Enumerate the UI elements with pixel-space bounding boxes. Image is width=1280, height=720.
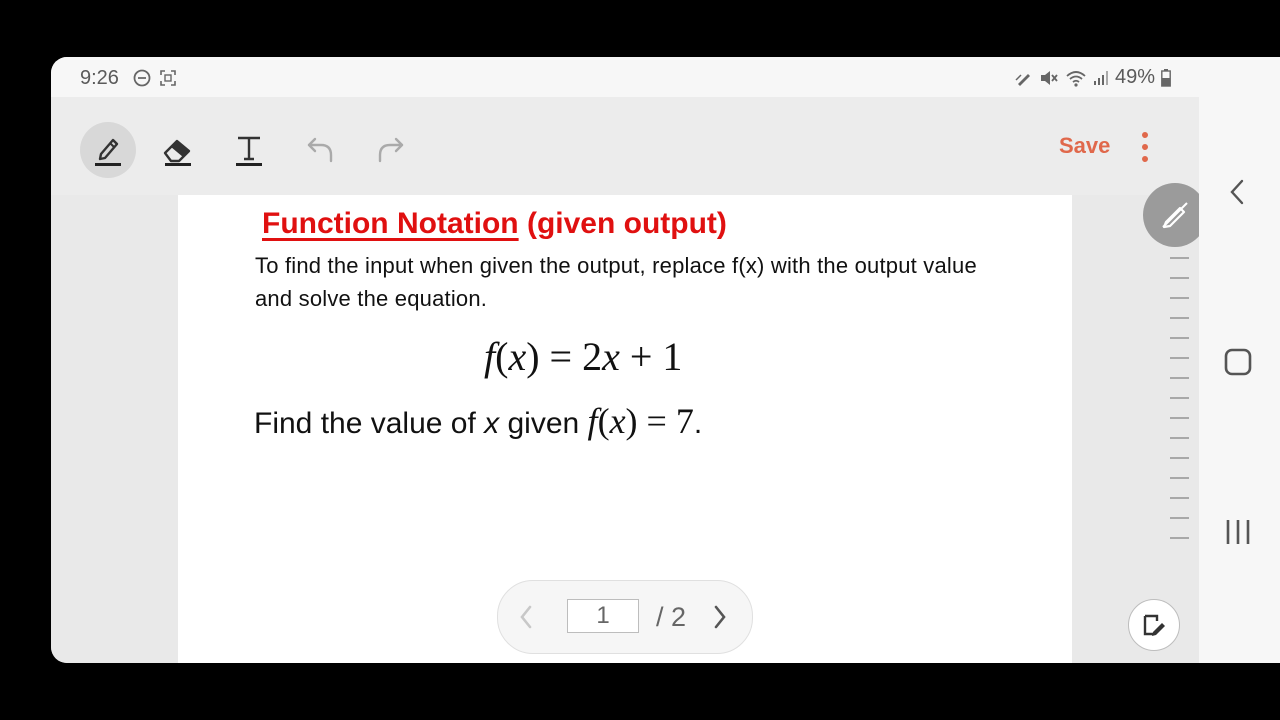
- annotation-toolbar: [51, 97, 1199, 195]
- eq2-lp: (: [597, 401, 610, 441]
- do-not-disturb-icon: [133, 69, 151, 87]
- edit-note-icon: [1143, 614, 1165, 636]
- recent-apps-icon[interactable]: [1223, 517, 1253, 547]
- home-icon[interactable]: [1223, 347, 1253, 377]
- find-var: x: [484, 407, 500, 440]
- title-rest: (given output): [518, 207, 727, 240]
- page-navigator: / 2: [497, 580, 753, 654]
- redo-icon: [378, 137, 404, 163]
- stylus-icon: [1015, 73, 1030, 86]
- find-text: Find the value of: [254, 407, 485, 440]
- floating-pen-button[interactable]: [1143, 183, 1199, 247]
- chevron-left-icon[interactable]: [516, 603, 536, 631]
- redo-button[interactable]: [363, 122, 419, 178]
- eraser-icon: [163, 139, 191, 166]
- eq2-x: x: [609, 401, 626, 441]
- eq2-rp: ): [625, 401, 638, 441]
- find-end: .: [693, 407, 703, 440]
- save-button[interactable]: Save: [1059, 133, 1110, 159]
- eq1-f: f: [484, 334, 496, 379]
- eq1-x: x: [508, 334, 527, 379]
- back-icon[interactable]: [1223, 177, 1253, 207]
- function-equation: f(x) = 2x + 1: [484, 333, 682, 380]
- question-text: Find the value of x given f(x) = 7.: [254, 400, 702, 442]
- instruction-text: To find the input when given the output,…: [255, 253, 977, 311]
- signal-icon: [1093, 70, 1108, 85]
- status-time: 9:26: [80, 67, 119, 89]
- chevron-right-icon[interactable]: [710, 603, 730, 631]
- status-left-icons: [133, 69, 177, 87]
- mute-icon: [1040, 70, 1058, 85]
- pen-slash-icon: [1162, 202, 1188, 229]
- screenshot-icon: [160, 70, 176, 86]
- text-icon: [236, 136, 262, 166]
- eq1-lp: (: [495, 334, 509, 379]
- title-underlined: Function Notation: [262, 207, 519, 240]
- find-text2: given: [499, 407, 588, 440]
- battery-percentage: 49%: [1114, 66, 1155, 88]
- eq1-rest2: + 1: [619, 334, 683, 379]
- undo-button[interactable]: [292, 122, 348, 178]
- eq2-rest: = 7: [637, 401, 694, 441]
- eq2-f: f: [587, 401, 598, 441]
- undo-icon: [307, 137, 333, 163]
- eq1-rp: ): [526, 334, 540, 379]
- given-equation: f(x) = 7: [588, 401, 694, 441]
- page-total: / 2: [656, 602, 687, 632]
- navigation-bar: [1199, 57, 1280, 663]
- phone-screen: 9:26 49% Save Function Notation (given o…: [51, 57, 1199, 663]
- eraser-tool-button[interactable]: [150, 122, 206, 178]
- document-area: Function Notation (given output) To find…: [51, 195, 1199, 663]
- page-number-input[interactable]: [567, 599, 639, 633]
- pen-icon: [95, 138, 121, 166]
- battery-icon: [1161, 68, 1171, 87]
- wifi-icon: [1066, 70, 1086, 87]
- more-vertical-icon[interactable]: [1135, 130, 1155, 164]
- eq1-rest: = 2: [539, 334, 603, 379]
- text-tool-button[interactable]: [221, 122, 277, 178]
- status-bar: 9:26 49%: [51, 57, 1199, 97]
- status-right: 49%: [1015, 66, 1171, 89]
- edit-document-button[interactable]: [1128, 599, 1180, 651]
- eq1-x2: x: [602, 334, 620, 379]
- page-title: Function Notation (given output): [262, 207, 727, 241]
- pen-tool-button[interactable]: [80, 122, 136, 178]
